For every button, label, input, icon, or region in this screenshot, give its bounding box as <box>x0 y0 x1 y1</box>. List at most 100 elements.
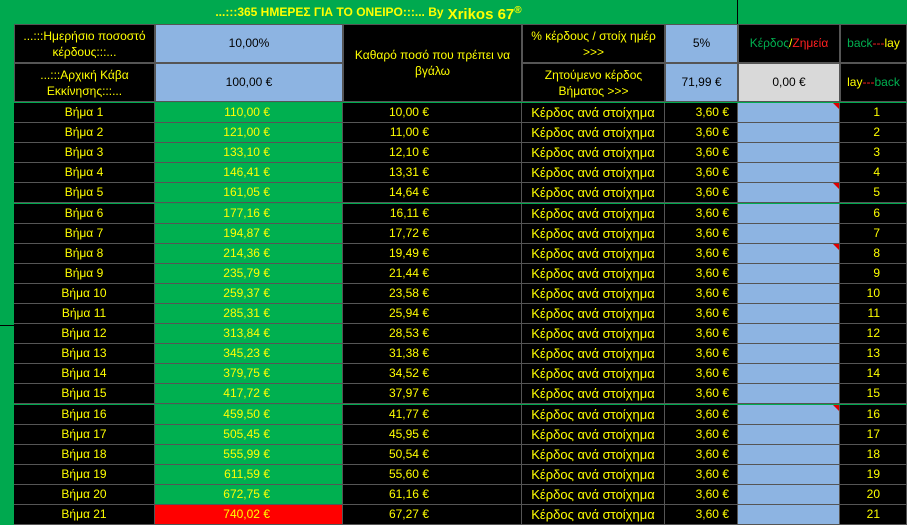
net-amount-cell[interactable]: 28,53 € <box>343 324 522 344</box>
result-input-cell[interactable] <box>738 264 840 284</box>
net-amount-cell[interactable]: 45,95 € <box>343 425 522 445</box>
balance-cell[interactable]: 379,75 € <box>155 364 343 384</box>
profit-per-bet-cell[interactable]: 3,60 € <box>665 505 738 525</box>
profit-per-bet-cell[interactable]: 3,60 € <box>665 384 738 404</box>
result-input-cell[interactable] <box>738 384 840 404</box>
result-input-cell[interactable] <box>738 445 840 465</box>
balance-cell[interactable]: 313,84 € <box>155 324 343 344</box>
profit-per-bet-cell[interactable]: 3,60 € <box>665 204 738 224</box>
net-amount-cell[interactable]: 50,54 € <box>343 445 522 465</box>
profit-per-bet-cell[interactable]: 3,60 € <box>665 324 738 344</box>
profit-per-bet-label: Κέρδος ανά στοίχημα <box>522 224 665 244</box>
balance-cell[interactable]: 133,10 € <box>155 143 343 163</box>
profit-per-bet-cell[interactable]: 3,60 € <box>665 264 738 284</box>
result-input-cell[interactable] <box>738 183 840 203</box>
balance-cell[interactable]: 611,59 € <box>155 465 343 485</box>
net-amount-cell[interactable]: 61,16 € <box>343 485 522 505</box>
balance-cell[interactable]: 285,31 € <box>155 304 343 324</box>
balance-cell[interactable]: 214,36 € <box>155 244 343 264</box>
balance-cell[interactable]: 459,50 € <box>155 405 343 425</box>
balance-cell[interactable]: 345,23 € <box>155 344 343 364</box>
step-label: Βήμα 13 <box>14 344 155 364</box>
net-amount-cell[interactable]: 19,49 € <box>343 244 522 264</box>
result-input-cell[interactable] <box>738 143 840 163</box>
profit-per-bet-label: Κέρδος ανά στοίχημα <box>522 445 665 465</box>
result-input-cell[interactable] <box>738 123 840 143</box>
balance-cell[interactable]: 417,72 € <box>155 384 343 404</box>
profit-per-bet-cell[interactable]: 3,60 € <box>665 163 738 183</box>
step-target-cell[interactable]: 71,99 € <box>665 63 738 102</box>
profit-per-bet-cell[interactable]: 3,60 € <box>665 224 738 244</box>
result-input-cell[interactable] <box>738 204 840 224</box>
net-amount-cell[interactable]: 37,97 € <box>343 384 522 404</box>
profit-per-bet-cell[interactable]: 3,60 € <box>665 143 738 163</box>
balance-cell[interactable]: 194,87 € <box>155 224 343 244</box>
net-amount-cell[interactable]: 10,00 € <box>343 103 522 123</box>
profit-per-bet-cell[interactable]: 3,60 € <box>665 364 738 384</box>
profit-per-bet-label: Κέρδος ανά στοίχημα <box>522 163 665 183</box>
back-word: back <box>874 75 900 89</box>
balance-cell[interactable]: 672,75 € <box>155 485 343 505</box>
profit-per-bet-cell[interactable]: 3,60 € <box>665 465 738 485</box>
net-amount-cell[interactable]: 16,11 € <box>343 204 522 224</box>
profit-per-bet-cell[interactable]: 3,60 € <box>665 425 738 445</box>
net-amount-cell[interactable]: 25,94 € <box>343 304 522 324</box>
net-amount-cell[interactable]: 14,64 € <box>343 183 522 203</box>
result-input-cell[interactable] <box>738 163 840 183</box>
result-input-cell[interactable] <box>738 465 840 485</box>
net-amount-cell[interactable]: 21,44 € <box>343 264 522 284</box>
start-bank-cell[interactable]: 100,00 € <box>155 63 343 102</box>
result-input-cell[interactable] <box>738 485 840 505</box>
profit-per-bet-cell[interactable]: 3,60 € <box>665 183 738 203</box>
balance-cell[interactable]: 146,41 € <box>155 163 343 183</box>
profit-per-bet-cell[interactable]: 3,60 € <box>665 485 738 505</box>
result-input-cell[interactable] <box>738 324 840 344</box>
result-input-cell[interactable] <box>738 304 840 324</box>
balance-cell[interactable]: 161,05 € <box>155 183 343 203</box>
net-amount-cell[interactable]: 13,31 € <box>343 163 522 183</box>
net-amount-cell[interactable]: 67,27 € <box>343 505 522 525</box>
step-label: Βήμα 12 <box>14 324 155 344</box>
balance-cell[interactable]: 740,02 € <box>155 505 343 525</box>
spreadsheet: ...:::365 ΗΜΕΡΕΣ ΓΙΑ ΤΟ ΟΝΕΙΡΟ:::... By … <box>0 0 907 525</box>
profit-per-bet-cell[interactable]: 3,60 € <box>665 244 738 264</box>
result-input-cell[interactable] <box>738 364 840 384</box>
profit-loss-cell[interactable]: 0,00 € <box>738 63 840 102</box>
step-number: 8 <box>840 244 907 264</box>
balance-cell[interactable]: 505,45 € <box>155 425 343 445</box>
profit-per-bet-cell[interactable]: 3,60 € <box>665 284 738 304</box>
net-amount-cell[interactable]: 23,58 € <box>343 284 522 304</box>
profit-percent-cell[interactable]: 5% <box>665 24 738 63</box>
profit-per-bet-cell[interactable]: 3,60 € <box>665 103 738 123</box>
profit-per-bet-cell[interactable]: 3,60 € <box>665 304 738 324</box>
result-input-cell[interactable] <box>738 425 840 445</box>
result-input-cell[interactable] <box>738 244 840 264</box>
balance-cell[interactable]: 121,00 € <box>155 123 343 143</box>
result-input-cell[interactable] <box>738 405 840 425</box>
result-input-cell[interactable] <box>738 505 840 525</box>
profit-per-bet-cell[interactable]: 3,60 € <box>665 405 738 425</box>
profit-per-bet-cell[interactable]: 3,60 € <box>665 445 738 465</box>
result-input-cell[interactable] <box>738 224 840 244</box>
profit-per-bet-cell[interactable]: 3,60 € <box>665 344 738 364</box>
net-amount-cell[interactable]: 55,60 € <box>343 465 522 485</box>
net-amount-cell[interactable]: 34,52 € <box>343 364 522 384</box>
back-lay-header: back --- lay <box>840 24 907 63</box>
result-input-cell[interactable] <box>738 344 840 364</box>
daily-percent-cell[interactable]: 10,00% <box>155 24 343 63</box>
balance-cell[interactable]: 555,99 € <box>155 445 343 465</box>
result-input-cell[interactable] <box>738 103 840 123</box>
net-amount-cell[interactable]: 11,00 € <box>343 123 522 143</box>
net-amount-cell[interactable]: 31,38 € <box>343 344 522 364</box>
profit-per-bet-label: Κέρδος ανά στοίχημα <box>522 344 665 364</box>
profit-per-bet-cell[interactable]: 3,60 € <box>665 123 738 143</box>
net-amount-cell[interactable]: 12,10 € <box>343 143 522 163</box>
balance-cell[interactable]: 259,37 € <box>155 284 343 304</box>
result-input-cell[interactable] <box>738 284 840 304</box>
net-amount-cell[interactable]: 41,77 € <box>343 405 522 425</box>
balance-cell[interactable]: 235,79 € <box>155 264 343 284</box>
empty-top-right-cell[interactable] <box>738 0 907 24</box>
net-amount-cell[interactable]: 17,72 € <box>343 224 522 244</box>
balance-cell[interactable]: 177,16 € <box>155 204 343 224</box>
balance-cell[interactable]: 110,00 € <box>155 103 343 123</box>
